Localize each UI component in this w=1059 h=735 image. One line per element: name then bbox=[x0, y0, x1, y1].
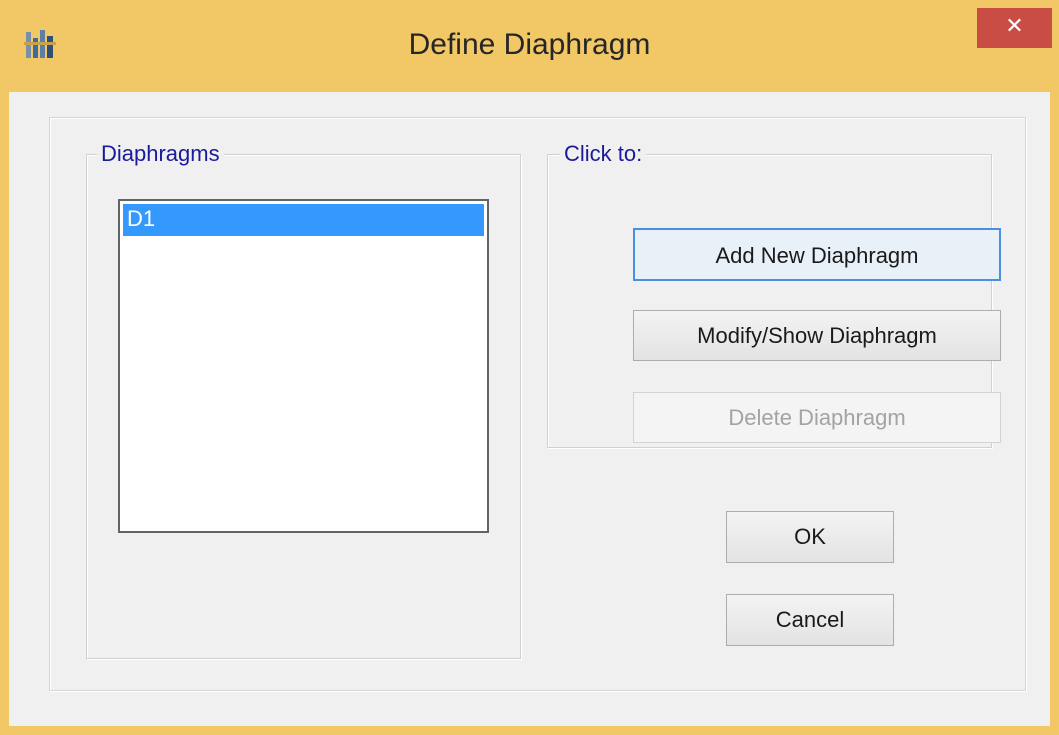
title-bar[interactable]: Define Diaphragm ✕ bbox=[0, 0, 1059, 92]
ok-label: OK bbox=[794, 524, 826, 549]
modify-show-diaphragm-label: Modify/Show Diaphragm bbox=[697, 323, 937, 348]
cancel-button[interactable]: Cancel bbox=[726, 594, 894, 646]
add-new-diaphragm-button[interactable]: Add New Diaphragm bbox=[633, 228, 1001, 281]
delete-diaphragm-label: Delete Diaphragm bbox=[728, 405, 906, 430]
window-title: Define Diaphragm bbox=[408, 28, 651, 61]
modify-show-diaphragm-button[interactable]: Modify/Show Diaphragm bbox=[633, 310, 1001, 361]
list-item-label: D1 bbox=[127, 206, 156, 231]
close-icon: ✕ bbox=[1005, 14, 1024, 39]
dialog-panel: Diaphragms D1 Click to: Add New Diaphrag… bbox=[49, 117, 1026, 691]
click-to-group-legend: Click to: bbox=[560, 141, 647, 167]
dialog-client-area: Diaphragms D1 Click to: Add New Diaphrag… bbox=[9, 92, 1050, 726]
add-new-diaphragm-label: Add New Diaphragm bbox=[715, 243, 919, 268]
close-button[interactable]: ✕ bbox=[977, 8, 1052, 48]
diaphragms-group-legend: Diaphragms bbox=[97, 141, 224, 167]
diaphragms-listbox[interactable]: D1 bbox=[118, 199, 489, 533]
ok-button[interactable]: OK bbox=[726, 511, 894, 563]
delete-diaphragm-button: Delete Diaphragm bbox=[633, 392, 1001, 443]
list-item[interactable]: D1 bbox=[123, 204, 484, 236]
cancel-label: Cancel bbox=[775, 607, 845, 632]
